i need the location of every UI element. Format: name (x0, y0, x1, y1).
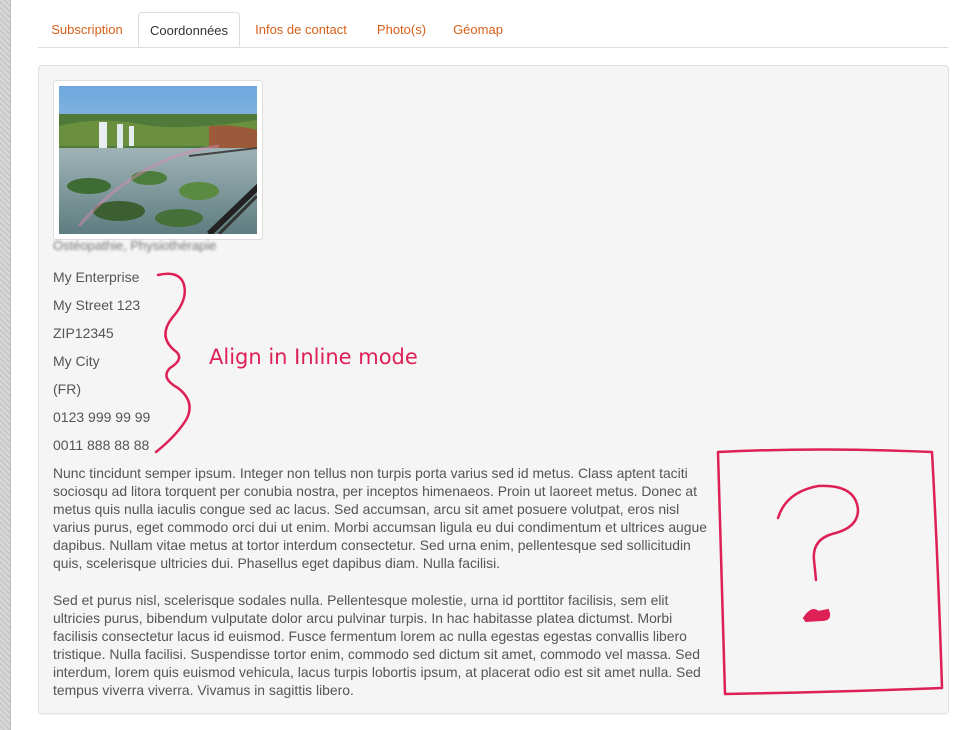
country: (FR) (53, 381, 81, 397)
description-paragraph-1: Nunc tincidunt semper ipsum. Integer non… (53, 465, 707, 571)
enterprise-name: My Enterprise (53, 269, 140, 285)
fax-number: 0011 888 88 88 (53, 437, 150, 453)
street-address: My Street 123 (53, 297, 141, 313)
left-rail (0, 0, 11, 730)
tab-bar: Subscription Coordonnées Infos de contac… (38, 12, 948, 48)
city: My City (53, 353, 100, 369)
tab-coordonnees[interactable]: Coordonnées (138, 12, 240, 47)
description-paragraph-2: Sed et purus nisl, scelerisque sodales n… (53, 592, 701, 698)
profile-category: Ostéopathie, Physiothérapie (53, 238, 217, 253)
zip-code: ZIP12345 (53, 325, 114, 341)
tab-geomap[interactable]: Géomap (442, 13, 514, 46)
waterfall-image (59, 86, 257, 234)
phone-number: 0123 999 99 99 (53, 409, 151, 425)
tab-photos[interactable]: Photo(s) (364, 13, 439, 46)
tab-infos-de-contact[interactable]: Infos de contact (243, 13, 359, 46)
annotation-text: Align in Inline mode (209, 345, 418, 369)
profile-photo[interactable] (53, 80, 263, 240)
tab-subscription[interactable]: Subscription (38, 13, 136, 46)
